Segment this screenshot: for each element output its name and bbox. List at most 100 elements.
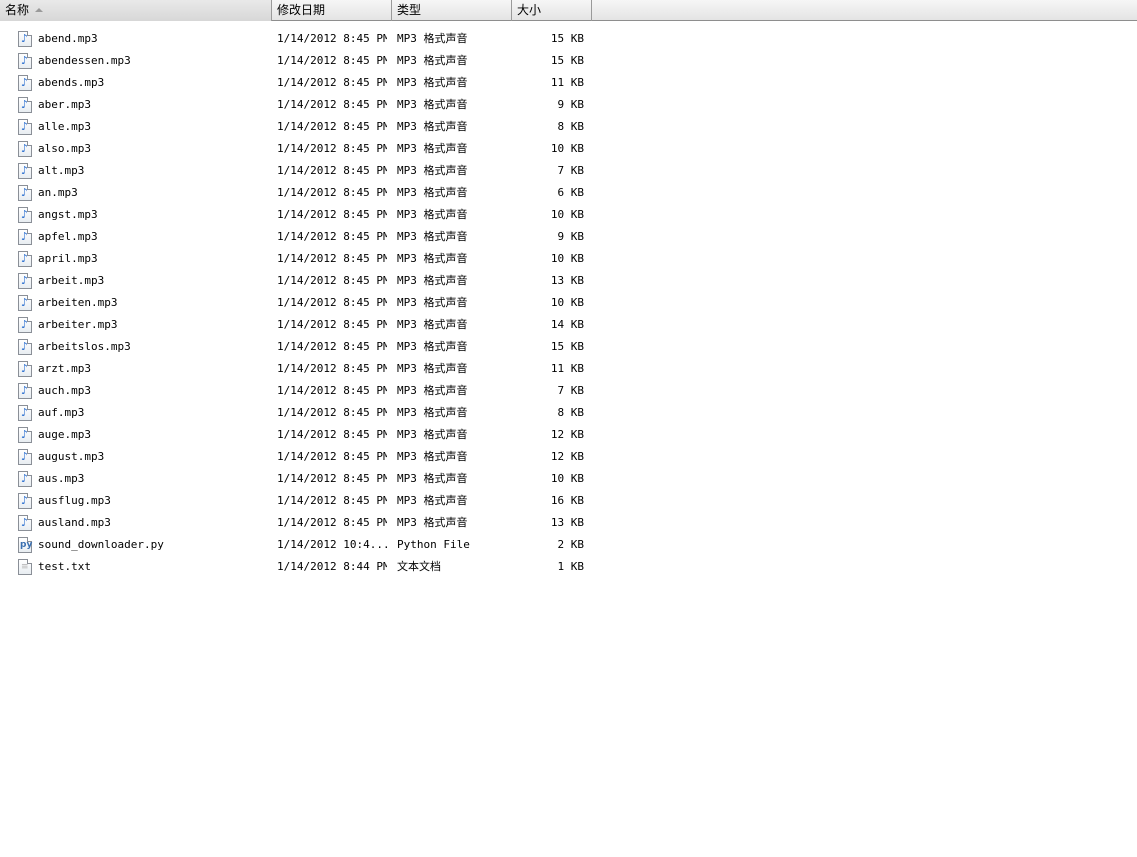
- file-icon-cell: ♪: [18, 446, 34, 468]
- file-row[interactable]: ♪ arzt.mp3 1/14/2012 8:45 PM MP3 格式声音 11 KB: [0, 358, 600, 380]
- file-type: MP3 格式声音: [397, 252, 468, 265]
- file-size: 15 KB: [550, 32, 584, 45]
- file-size: 10 KB: [550, 472, 584, 485]
- file-modified-date: 1/14/2012 8:45 PM: [277, 208, 387, 221]
- file-icon-cell: ♪: [18, 380, 34, 402]
- file-type: MP3 格式声音: [397, 164, 468, 177]
- file-row[interactable]: ♪ alt.mp3 1/14/2012 8:45 PM MP3 格式声音 7 KB: [0, 160, 600, 182]
- file-size: 16 KB: [550, 494, 584, 507]
- file-icon-cell: ♪: [18, 204, 34, 226]
- music-note-icon: ♪: [18, 207, 32, 223]
- file-row[interactable]: ♪ alle.mp3 1/14/2012 8:45 PM MP3 格式声音 8 KB: [0, 116, 600, 138]
- file-row[interactable]: ♪ abends.mp3 1/14/2012 8:45 PM MP3 格式声音 11 K…: [0, 72, 600, 94]
- text-document-icon: ≡: [18, 559, 32, 575]
- file-type: MP3 格式声音: [397, 516, 468, 529]
- file-row[interactable]: ≡ test.txt 1/14/2012 8:44 PM 文本文档 1 KB: [0, 556, 600, 578]
- file-type: MP3 格式声音: [397, 428, 468, 441]
- file-size: 13 KB: [550, 274, 584, 287]
- file-row[interactable]: ♪ auch.mp3 1/14/2012 8:45 PM MP3 格式声音 7 KB: [0, 380, 600, 402]
- music-note-icon: ♪: [18, 97, 32, 113]
- file-type: MP3 格式声音: [397, 274, 468, 287]
- file-size: 11 KB: [550, 362, 584, 375]
- file-icon-cell: ♪: [18, 248, 34, 270]
- file-row[interactable]: ♪ angst.mp3 1/14/2012 8:45 PM MP3 格式声音 10 KB: [0, 204, 600, 226]
- file-row[interactable]: ♪ arbeit.mp3 1/14/2012 8:45 PM MP3 格式声音 13 K…: [0, 270, 600, 292]
- music-note-icon: ♪: [18, 515, 32, 531]
- file-type: MP3 格式声音: [397, 406, 468, 419]
- column-header-name[interactable]: 名称: [0, 0, 272, 21]
- python-file-icon: py: [18, 537, 32, 553]
- file-modified-date: 1/14/2012 8:45 PM: [277, 406, 387, 419]
- music-note-icon: ♪: [18, 163, 32, 179]
- file-icon-cell: py: [18, 534, 34, 556]
- file-size: 12 KB: [550, 428, 584, 441]
- column-header-size-label: 大小: [517, 3, 542, 17]
- file-modified-date: 1/14/2012 8:45 PM: [277, 32, 387, 45]
- file-size: 7 KB: [557, 384, 585, 397]
- file-row[interactable]: ♪ also.mp3 1/14/2012 8:45 PM MP3 格式声音 10 KB: [0, 138, 600, 160]
- file-type: MP3 格式声音: [397, 120, 468, 133]
- file-row[interactable]: ♪ arbeiten.mp3 1/14/2012 8:45 PM MP3 格式声音 10…: [0, 292, 600, 314]
- file-type: MP3 格式声音: [397, 472, 468, 485]
- file-modified-date: 1/14/2012 8:45 PM: [277, 362, 387, 375]
- file-row[interactable]: ♪ arbeitslos.mp3 1/14/2012 8:45 PM MP3 格式声音…: [0, 336, 600, 358]
- file-icon-cell: ♪: [18, 424, 34, 446]
- file-row[interactable]: ♪ ausland.mp3 1/14/2012 8:45 PM MP3 格式声音 13 …: [0, 512, 600, 534]
- music-note-icon: ♪: [18, 141, 32, 157]
- file-modified-date: 1/14/2012 8:45 PM: [277, 472, 387, 485]
- file-row[interactable]: ♪ aus.mp3 1/14/2012 8:45 PM MP3 格式声音 10 KB: [0, 468, 600, 490]
- file-row[interactable]: ♪ abend.mp3 1/14/2012 8:45 PM MP3 格式声音 15 KB: [0, 28, 600, 50]
- file-name: auge.mp3: [38, 428, 91, 441]
- file-row[interactable]: ♪ aber.mp3 1/14/2012 8:45 PM MP3 格式声音 9 KB: [0, 94, 600, 116]
- file-row[interactable]: ♪ april.mp3 1/14/2012 8:45 PM MP3 格式声音 10 KB: [0, 248, 600, 270]
- file-size: 8 KB: [557, 120, 585, 133]
- file-row[interactable]: py sound_downloader.py 1/14/2012 10:4... Py…: [0, 534, 600, 556]
- file-row[interactable]: ♪ abendessen.mp3 1/14/2012 8:45 PM MP3 格式声音…: [0, 50, 600, 72]
- column-header-size[interactable]: 大小: [512, 0, 592, 21]
- file-row[interactable]: ♪ august.mp3 1/14/2012 8:45 PM MP3 格式声音 12 K…: [0, 446, 600, 468]
- file-row[interactable]: ♪ apfel.mp3 1/14/2012 8:45 PM MP3 格式声音 9 KB: [0, 226, 600, 248]
- file-type: MP3 格式声音: [397, 296, 468, 309]
- file-name: april.mp3: [38, 252, 98, 265]
- file-icon-cell: ≡: [18, 556, 34, 578]
- file-modified-date: 1/14/2012 8:45 PM: [277, 274, 387, 287]
- file-name: also.mp3: [38, 142, 91, 155]
- file-type: MP3 格式声音: [397, 318, 468, 331]
- column-header-date[interactable]: 修改日期: [272, 0, 392, 21]
- file-row[interactable]: ♪ auf.mp3 1/14/2012 8:45 PM MP3 格式声音 8 KB: [0, 402, 600, 424]
- file-size: 10 KB: [550, 208, 584, 221]
- file-type: MP3 格式声音: [397, 76, 468, 89]
- file-type: MP3 格式声音: [397, 450, 468, 463]
- music-note-icon: ♪: [18, 339, 32, 355]
- column-header-date-label: 修改日期: [277, 3, 326, 17]
- music-note-icon: ♪: [18, 427, 32, 443]
- file-modified-date: 1/14/2012 8:45 PM: [277, 450, 387, 463]
- file-name: aus.mp3: [38, 472, 85, 485]
- file-name: auf.mp3: [38, 406, 85, 419]
- file-row[interactable]: ♪ auge.mp3 1/14/2012 8:45 PM MP3 格式声音 12 KB: [0, 424, 600, 446]
- column-header-name-label: 名称: [5, 3, 30, 17]
- file-row[interactable]: ♪ an.mp3 1/14/2012 8:45 PM MP3 格式声音 6 KB: [0, 182, 600, 204]
- music-note-icon: ♪: [18, 471, 32, 487]
- file-row[interactable]: ♪ ausflug.mp3 1/14/2012 8:45 PM MP3 格式声音 16 …: [0, 490, 600, 512]
- music-note-icon: ♪: [18, 361, 32, 377]
- file-icon-cell: ♪: [18, 336, 34, 358]
- file-size: 10 KB: [550, 142, 584, 155]
- file-row[interactable]: ♪ arbeiter.mp3 1/14/2012 8:45 PM MP3 格式声音 14…: [0, 314, 600, 336]
- file-modified-date: 1/14/2012 8:45 PM: [277, 252, 387, 265]
- file-modified-date: 1/14/2012 8:45 PM: [277, 186, 387, 199]
- file-name: arbeiter.mp3: [38, 318, 118, 331]
- file-icon-cell: ♪: [18, 50, 34, 72]
- file-size: 9 KB: [557, 98, 585, 111]
- music-note-icon: ♪: [18, 31, 32, 47]
- music-note-icon: ♪: [18, 53, 32, 69]
- column-header-type[interactable]: 类型: [392, 0, 512, 21]
- music-note-icon: ♪: [18, 251, 32, 267]
- file-modified-date: 1/14/2012 8:44 PM: [277, 560, 387, 573]
- file-modified-date: 1/14/2012 8:45 PM: [277, 428, 387, 441]
- column-header-type-label: 类型: [397, 3, 422, 17]
- file-modified-date: 1/14/2012 8:45 PM: [277, 76, 387, 89]
- music-note-icon: ♪: [18, 185, 32, 201]
- file-type: MP3 格式声音: [397, 142, 468, 155]
- file-name: test.txt: [38, 560, 91, 573]
